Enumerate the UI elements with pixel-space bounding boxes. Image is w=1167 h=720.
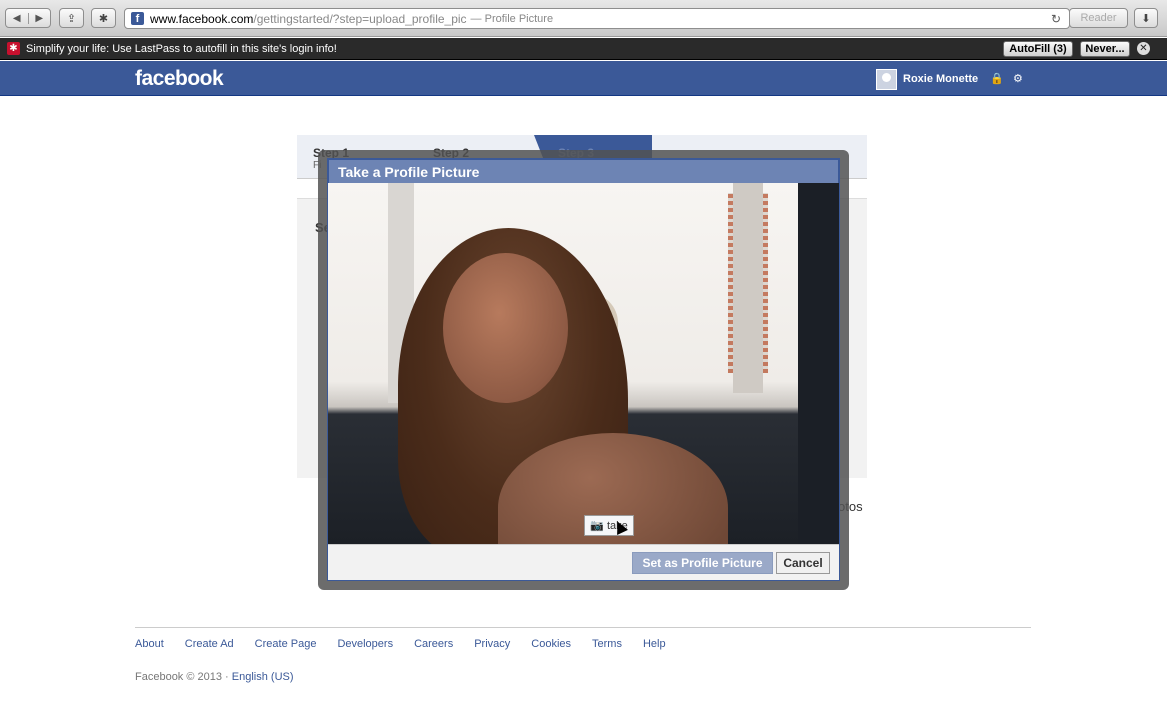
footer-link-create-ad[interactable]: Create Ad [185,638,234,650]
browser-toolbar: ◀ ▶ ⇪ ✱ f www.facebook.com /gettingstart… [0,0,1167,37]
footer-link-cookies[interactable]: Cookies [531,638,571,650]
take-photo-button[interactable]: 📷 take [584,515,634,536]
footer-link-about[interactable]: About [135,638,164,650]
footer-links: About Create Ad Create Page Developers C… [135,638,687,650]
asterisk-icon: ✱ [98,12,109,25]
dialog-footer: Set as Profile Picture Cancel [328,544,839,580]
footer-link-careers[interactable]: Careers [414,638,453,650]
footer-link-privacy[interactable]: Privacy [474,638,510,650]
url-path: /gettingstarted/?step=upload_profile_pic [253,11,467,26]
footer-link-help[interactable]: Help [643,638,666,650]
copyright-text: Facebook © 2013 · [135,671,232,683]
never-button[interactable]: Never... [1080,41,1130,57]
share-button[interactable]: ⇪ [59,8,84,28]
facebook-favicon-icon: f [131,12,144,25]
footer-link-create-page[interactable]: Create Page [255,638,317,650]
lastpass-toolbar-button[interactable]: ✱ [91,8,116,28]
lastpass-icon: ✱ [7,42,20,55]
share-icon: ⇪ [66,12,77,25]
footer-link-terms[interactable]: Terms [592,638,622,650]
language-link[interactable]: English (US) [232,671,294,683]
autofill-button[interactable]: AutoFill (3) [1003,41,1073,57]
window-frame-right [733,183,763,393]
lastpass-bar: ✱ Simplify your life: Use LastPass to au… [0,38,1167,60]
footer-divider [135,627,1031,628]
set-profile-picture-button[interactable]: Set as Profile Picture [632,552,773,574]
lastpass-message: Simplify your life: Use LastPass to auto… [26,42,337,55]
forward-icon[interactable]: ▶ [29,13,51,24]
copyright: Facebook © 2013 · English (US) [135,671,294,683]
dark-wall [798,183,839,544]
reader-button[interactable]: Reader [1069,8,1128,28]
dialog-title: Take a Profile Picture [328,159,839,184]
person-face [443,253,568,403]
facebook-header: facebook Roxie Monette 🔒 ⚙ [0,61,1167,96]
take-profile-picture-dialog: Take a Profile Picture 📷 take Set as Pro… [327,158,840,581]
url-host: www.facebook.com [150,11,254,26]
avatar[interactable] [876,69,897,90]
back-icon[interactable]: ◀ [6,12,29,24]
webcam-preview: 📷 take [328,183,839,544]
footer-link-developers[interactable]: Developers [337,638,393,650]
user-name-link[interactable]: Roxie Monette [903,73,978,85]
cancel-button[interactable]: Cancel [776,552,830,574]
close-icon[interactable]: ✕ [1137,42,1150,55]
download-icon: ⬇ [1141,12,1151,25]
camera-icon: 📷 [590,520,604,532]
reload-icon[interactable]: ↻ [1051,12,1061,26]
facebook-logo[interactable]: facebook [135,67,224,91]
back-forward-buttons[interactable]: ◀ ▶ [5,8,51,28]
address-bar[interactable]: f www.facebook.com /gettingstarted/?step… [124,8,1070,29]
url-page-title: — Profile Picture [470,12,554,25]
gear-icon[interactable]: ⚙ [1013,72,1023,85]
privacy-shortcuts-icon[interactable]: 🔒 [990,72,1004,85]
downloads-button[interactable]: ⬇ [1134,8,1158,28]
